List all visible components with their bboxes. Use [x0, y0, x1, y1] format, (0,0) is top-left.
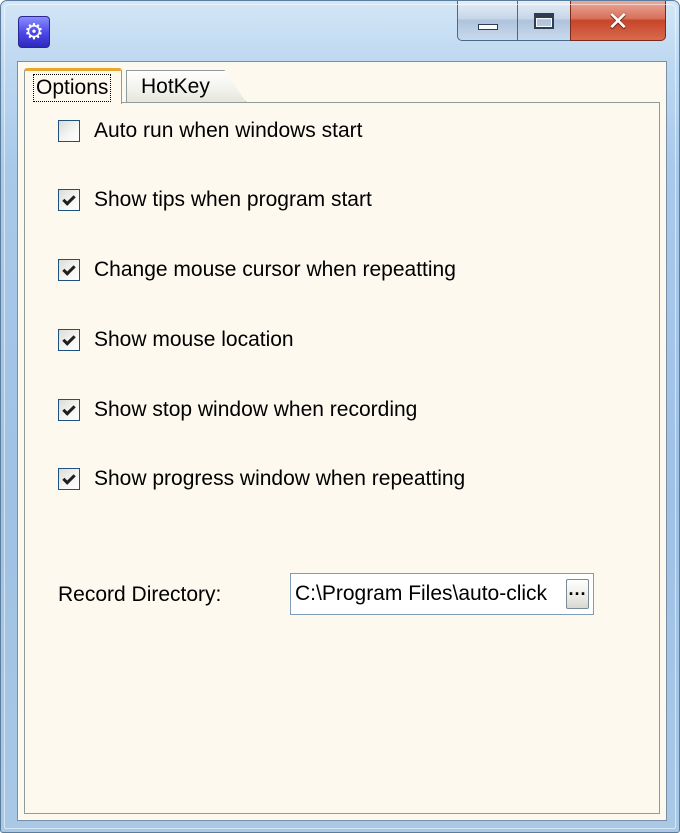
option-label: Show mouse location [94, 328, 294, 351]
option-show-stop-window[interactable]: Show stop window when recording [58, 398, 417, 422]
minimize-button[interactable] [457, 1, 517, 41]
record-directory-label: Record Directory: [58, 583, 222, 606]
tab-options[interactable]: Options [24, 68, 122, 104]
option-auto-run[interactable]: Auto run when windows start [58, 119, 362, 143]
tab-hotkey[interactable]: HotKey [126, 70, 246, 102]
client-area: Options HotKey Auto run when windows sta… [17, 61, 667, 821]
maximize-button[interactable] [517, 1, 570, 41]
checkbox-change-cursor[interactable] [58, 259, 80, 281]
checkbox-show-stop-window[interactable] [58, 399, 80, 421]
option-change-cursor[interactable]: Change mouse cursor when repeatting [58, 258, 456, 282]
record-directory-input[interactable] [291, 574, 566, 614]
checkbox-show-progress-window[interactable] [58, 468, 80, 490]
checkmark-icon [62, 401, 76, 416]
browse-button[interactable]: ··· [566, 579, 589, 609]
options-panel: Auto run when windows start Show tips wh… [24, 102, 660, 814]
checkmark-icon [62, 331, 76, 346]
minimize-icon [477, 23, 498, 30]
maximize-icon [534, 12, 554, 29]
option-show-tips[interactable]: Show tips when program start [58, 188, 372, 212]
option-label: Show stop window when recording [94, 398, 418, 421]
option-show-mouse-location[interactable]: Show mouse location [58, 328, 294, 352]
option-label: Change mouse cursor when repeatting [94, 258, 456, 281]
checkbox-show-tips[interactable] [58, 189, 80, 211]
checkbox-auto-run[interactable] [58, 120, 80, 142]
app-window: ⚙ ✕ Options HotKey Auto run when windows… [0, 0, 680, 833]
option-show-progress-window[interactable]: Show progress window when repeatting [58, 467, 465, 491]
option-label: Show progress window when repeatting [94, 467, 466, 490]
tab-options-label: Options [32, 73, 112, 102]
tab-hotkey-label: HotKey [141, 74, 210, 98]
gear-icon[interactable]: ⚙ [18, 16, 50, 48]
caption-buttons: ✕ [457, 1, 666, 41]
checkbox-show-mouse-location[interactable] [58, 329, 80, 351]
checkmark-icon [62, 261, 76, 276]
close-button[interactable]: ✕ [570, 1, 666, 41]
checkmark-icon [62, 191, 76, 206]
option-label: Auto run when windows start [94, 119, 363, 142]
option-label: Show tips when program start [94, 188, 372, 211]
close-icon: ✕ [607, 5, 629, 36]
checkmark-icon [62, 470, 76, 485]
record-directory-field: ··· [290, 573, 594, 615]
